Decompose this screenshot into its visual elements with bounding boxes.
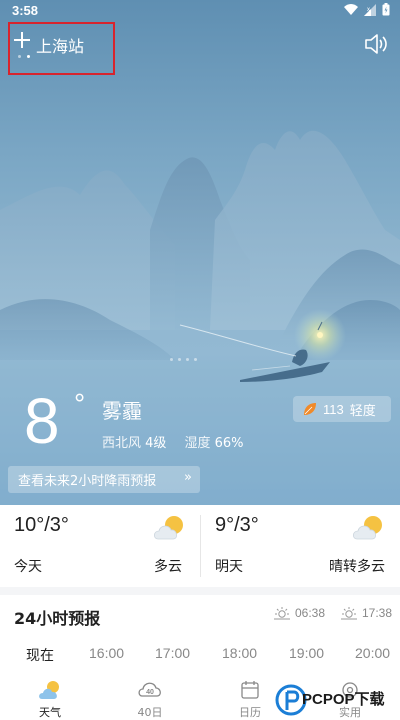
city-name[interactable]: 上海站 (36, 33, 84, 57)
aqi-level: 轻度 (349, 403, 376, 419)
status-time: 3:58 (12, 3, 39, 18)
sunset-icon (341, 607, 357, 620)
hour-label: 19:00 (289, 645, 325, 661)
wind-level: 4级 (145, 436, 167, 451)
add-city-button[interactable] (12, 30, 32, 54)
signal-icon: x (364, 3, 376, 16)
svg-text:x: x (367, 7, 370, 13)
humidity-label: 湿度 (184, 436, 211, 451)
wifi-icon (344, 3, 358, 15)
sunrise-info: 06:38 (273, 606, 325, 620)
day-card-today[interactable]: 10°/3° 今天 多云 (14, 505, 186, 587)
sunrise-time: 06:38 (295, 606, 326, 620)
weather-details: 西北风 4级 湿度 66% (102, 432, 244, 451)
hour-label: 18:00 (222, 645, 258, 661)
day-card-tomorrow[interactable]: 9°/3° 明天 晴转多云 (215, 505, 387, 587)
air-quality-badge[interactable]: 113 轻度 (293, 396, 391, 422)
hour-label: 17:00 (155, 645, 191, 661)
current-condition: 雾霾 (102, 399, 142, 423)
day-temp-range: 10°/3° (14, 514, 69, 536)
double-chevron-right-icon: » (184, 470, 192, 485)
day-condition: 晴转多云 (329, 559, 385, 575)
misty-mountain-landscape (0, 130, 400, 505)
nav-forty-day[interactable]: 40 40日 (120, 678, 180, 720)
rain-forecast-label: 查看未来2小时降雨预报 (18, 474, 157, 489)
calendar-icon (241, 681, 259, 699)
day-name: 今天 (14, 559, 42, 575)
wind-info: 西北风 4级 (102, 432, 166, 451)
weather-hero: 3:58 x 上海站 8 ° 雾霾 西北风 4级 湿度 66% 113 轻度 查… (0, 0, 400, 505)
day-temp-range: 9°/3° (215, 514, 259, 536)
rain-forecast-button[interactable]: 查看未来2小时降雨预报 » (8, 466, 200, 493)
sunrise-icon (274, 607, 290, 620)
leaf-icon (304, 403, 316, 415)
temperature-unit: ° (74, 388, 86, 419)
day-name: 明天 (215, 559, 243, 575)
day-condition: 多云 (154, 559, 182, 575)
hourly-forecast-title: 24小时预报 (14, 609, 101, 628)
status-icons: x (344, 3, 390, 16)
forty-day-badge: 40 (146, 689, 154, 696)
watermark-text: PCPOP下载 (302, 691, 385, 708)
battery-icon (382, 3, 390, 16)
voice-broadcast-button[interactable] (364, 33, 388, 59)
weather-icon (39, 681, 59, 699)
city-page-indicator (18, 55, 30, 58)
scene-carousel-dots (170, 358, 197, 361)
sunset-info: 17:38 (340, 606, 392, 620)
hourly-time-row: 现在 16:00 17:00 18:00 19:00 20:00 (0, 645, 400, 665)
nav-label: 日历 (239, 706, 261, 719)
humidity-info: 湿度 66% (184, 432, 243, 451)
partly-cloudy-icon (153, 516, 183, 540)
nav-weather[interactable]: 天气 (20, 678, 80, 720)
status-bar: 3:58 x (0, 0, 400, 22)
day-divider (200, 515, 201, 577)
nav-calendar[interactable]: 日历 (220, 678, 280, 720)
aqi-value: 113 (323, 401, 344, 417)
partly-cloudy-icon (352, 516, 382, 540)
hour-label: 16:00 (89, 645, 125, 661)
forty-day-icon: 40 (138, 682, 161, 697)
nav-label: 天气 (39, 706, 61, 719)
nav-label: 40日 (137, 706, 163, 719)
current-temperature: 8 (24, 385, 60, 457)
speaker-icon (365, 34, 387, 54)
hour-label: 20:00 (355, 645, 391, 661)
plus-icon (14, 32, 30, 48)
wind-direction: 西北风 (102, 436, 142, 451)
hour-label: 现在 (26, 648, 54, 664)
sunset-time: 17:38 (362, 606, 393, 620)
humidity-value: 66% (214, 436, 244, 451)
section-divider (0, 587, 400, 595)
